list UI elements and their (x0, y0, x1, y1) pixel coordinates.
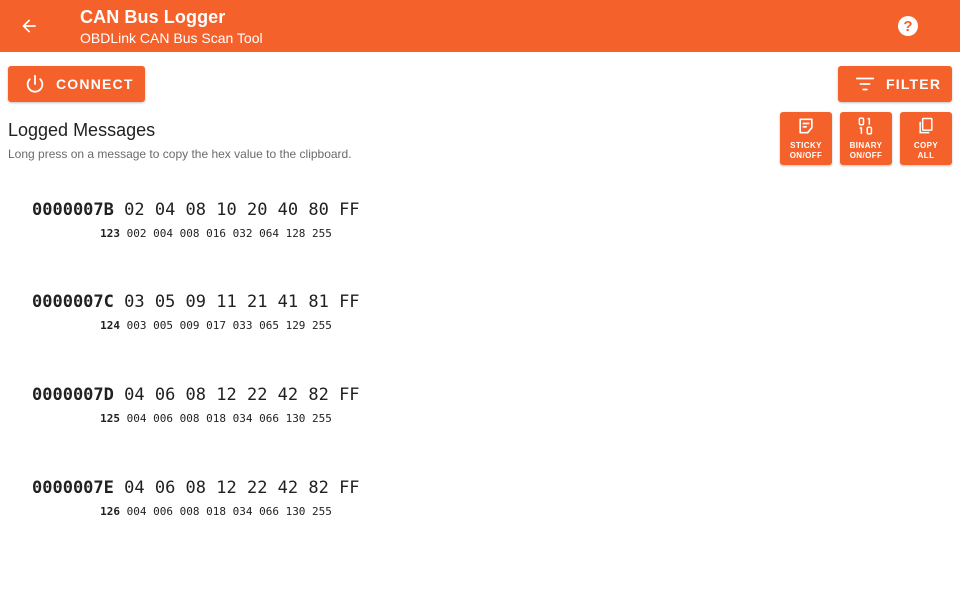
arrow-left-icon (22, 19, 36, 33)
app-bar: CAN Bus Logger OBDLink CAN Bus Scan Tool… (0, 0, 960, 52)
binary-label-line2: ON/OFF (849, 150, 883, 160)
filter-button[interactable]: FILTER (838, 66, 952, 102)
filter-icon (855, 77, 875, 91)
copy-label-line1: COPY (913, 141, 939, 150)
section-title: Logged Messages (8, 120, 156, 140)
sticky-note-icon (799, 118, 813, 134)
help-button[interactable]: ? (896, 14, 920, 38)
message-hex: 03 05 09 11 21 41 81 FF (124, 292, 360, 312)
title-block: CAN Bus Logger OBDLink CAN Bus Scan Tool (80, 6, 263, 48)
filter-label: FILTER (886, 76, 942, 92)
connect-button[interactable]: CONNECT (8, 66, 145, 102)
message-id: 0000007E (32, 478, 114, 498)
message-decimal: 002 004 008 016 032 064 128 255 (126, 227, 332, 240)
copy-label-line2: ALL (917, 150, 935, 160)
connect-label: CONNECT (56, 76, 134, 92)
message-decimal-id: 125 (100, 412, 120, 425)
copy-all-button[interactable]: COPY ALL (900, 112, 952, 165)
message-id: 0000007C (32, 292, 114, 312)
help-circle-icon: ? (898, 16, 918, 36)
message-decimal-id: 123 (100, 227, 120, 240)
message-hex: 04 06 08 12 22 42 82 FF (124, 478, 360, 498)
sticky-toggle-button[interactable]: STICKY ON/OFF (780, 112, 832, 165)
message-item[interactable]: 0000007C 03 05 09 11 21 41 81 FF 124 003… (32, 290, 432, 350)
message-decimal-id: 126 (100, 505, 120, 518)
app-title: CAN Bus Logger (80, 7, 226, 27)
message-item[interactable]: 0000007D 04 06 08 12 22 42 82 FF 125 004… (32, 383, 432, 443)
message-id: 0000007D (32, 385, 114, 405)
message-decimal: 003 005 009 017 033 065 129 255 (126, 319, 332, 332)
svg-text:?: ? (903, 18, 912, 35)
hint-text: Long press on a message to copy the hex … (8, 147, 352, 161)
back-button[interactable] (12, 8, 46, 44)
app-subtitle: OBDLink CAN Bus Scan Tool (80, 30, 263, 46)
message-decimal: 004 006 008 018 034 066 130 255 (126, 505, 332, 518)
message-id: 0000007B (32, 200, 114, 220)
message-hex: 04 06 08 12 22 42 82 FF (124, 385, 360, 405)
power-icon (26, 74, 44, 93)
message-decimal-id: 124 (100, 319, 120, 332)
binary-icon (858, 117, 873, 135)
message-decimal: 004 006 008 018 034 066 130 255 (126, 412, 332, 425)
sticky-label-line1: STICKY (790, 141, 822, 150)
sticky-label-line2: ON/OFF (789, 150, 823, 160)
message-hex: 02 04 08 10 20 40 80 FF (124, 200, 360, 220)
copy-icon (919, 117, 933, 134)
binary-toggle-button[interactable]: BINARY ON/OFF (840, 112, 892, 165)
message-item[interactable]: 0000007B 02 04 08 10 20 40 80 FF 123 002… (32, 198, 432, 258)
message-item[interactable]: 0000007E 04 06 08 12 22 42 82 FF 126 004… (32, 476, 432, 536)
binary-label-line1: BINARY (849, 141, 883, 150)
